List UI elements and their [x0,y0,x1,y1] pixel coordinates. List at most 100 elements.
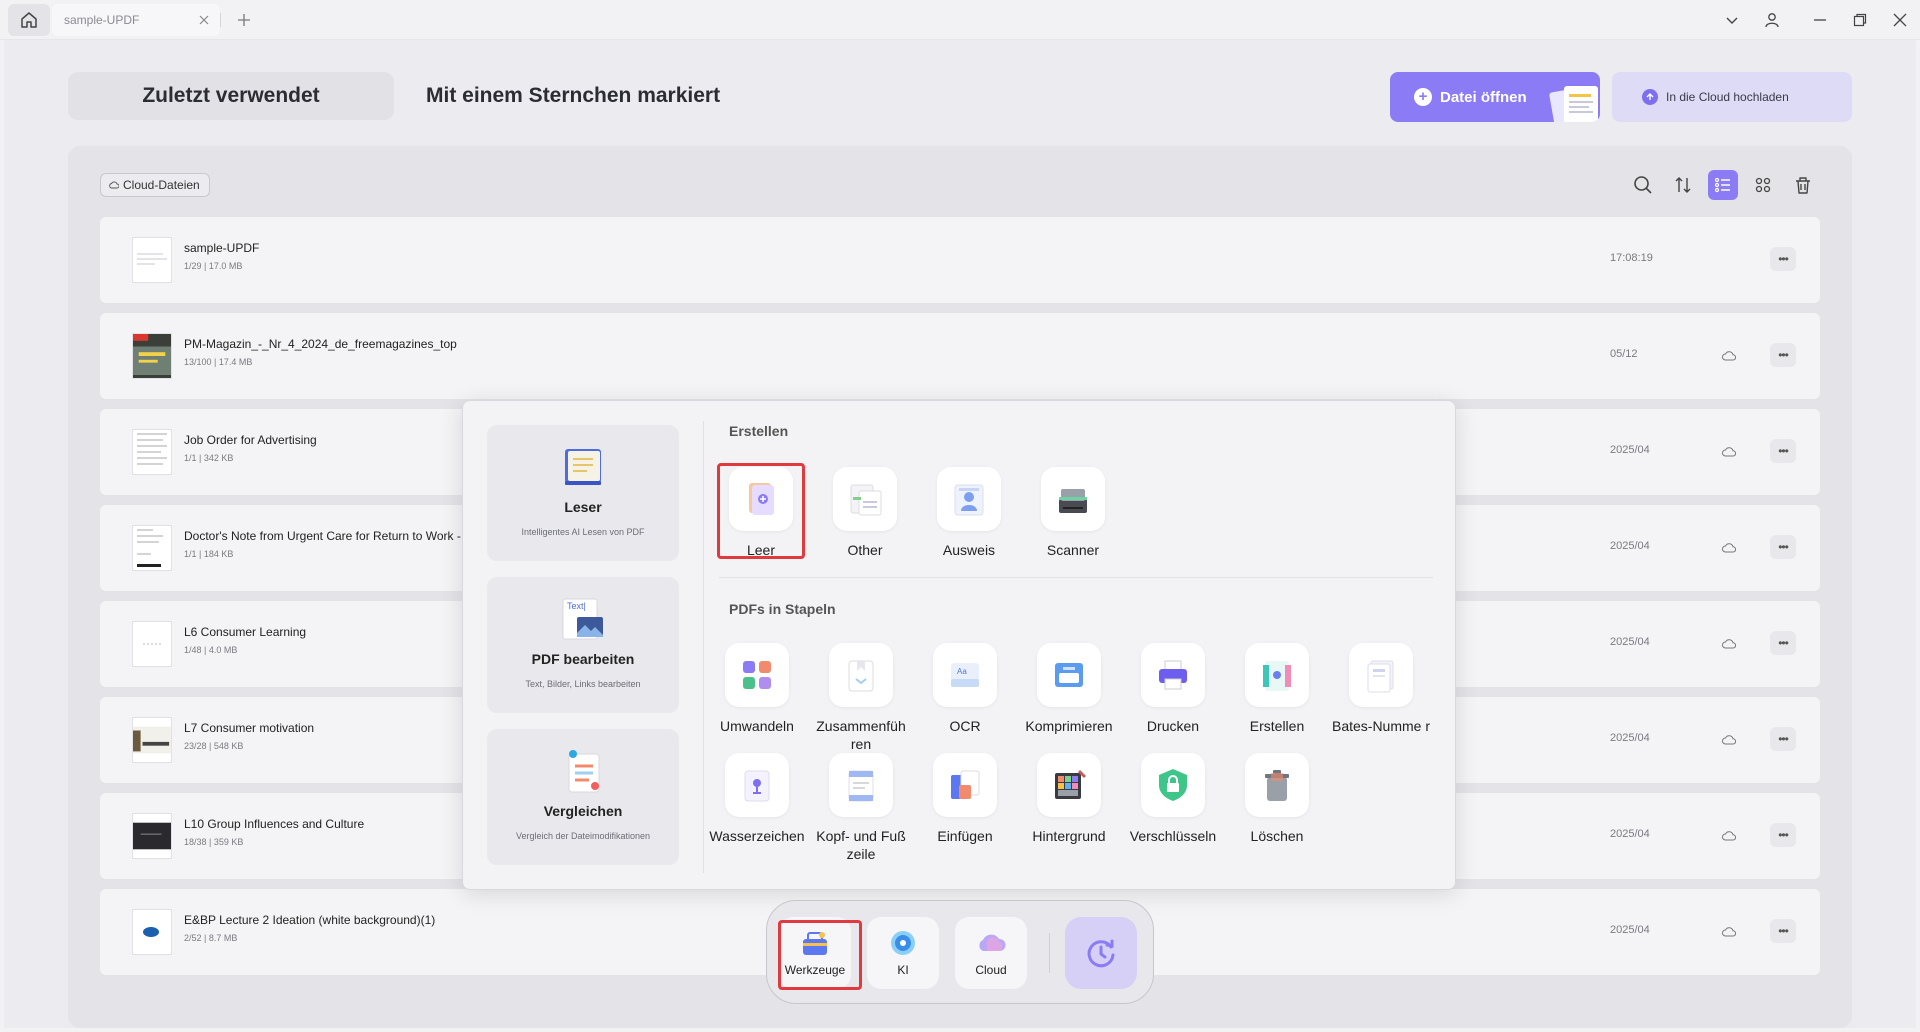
more-options-button[interactable]: ••• [1770,343,1796,367]
batch-tool-label: Hintergrund [1032,828,1106,844]
cloud-dock-label: Cloud [975,963,1007,977]
cloud-upload-icon[interactable] [1720,347,1738,363]
section-divider [719,577,1433,578]
file-name: Doctor's Note from Urgent Care for Retur… [184,529,461,543]
open-file-button[interactable]: + Datei öffnen [1390,72,1600,122]
minimize-button[interactable] [1808,8,1832,32]
ai-icon [887,927,919,959]
user-icon [1765,13,1779,28]
file-meta: 2/52 | 8.7 MB [184,933,238,943]
tab-recent[interactable]: Zuletzt verwendet [68,72,394,120]
batch-tool-0[interactable]: Umwandeln [705,643,809,735]
create-tool-3[interactable]: Scanner [1021,467,1125,559]
tab-close-button[interactable] [196,12,212,28]
trash-button[interactable] [1788,170,1818,200]
batch-tool-icon [1245,753,1309,817]
cloud-upload-icon[interactable] [1720,443,1738,459]
new-tab-button[interactable] [232,8,256,32]
edit-pdf-card[interactable]: Text| PDF bearbeiten Text, Bilder, Links… [487,577,679,713]
sort-button[interactable] [1668,170,1698,200]
reader-card[interactable]: Leser Intelligentes AI Lesen von PDF [487,425,679,561]
compare-card[interactable]: Vergleichen Vergleich der Dateimodifikat… [487,729,679,865]
edit-text-icon: Text| [559,595,607,643]
grid-view-button[interactable] [1748,170,1778,200]
batch-tool-icon [725,753,789,817]
file-row[interactable]: PM-Magazin_-_Nr_4_2024_de_freemagazines_… [100,313,1820,399]
cloud-files-label: Cloud-Dateien [123,178,200,192]
batch-tool-label: Zusammenfüh ren [816,718,906,752]
batch-tool-label: Wasserzeichen [709,828,805,844]
batch-tool-label: Drucken [1146,718,1200,734]
trash-icon [1796,177,1810,194]
popup-divider [703,421,704,873]
cloud-dock-button[interactable]: Cloud [955,917,1027,989]
edit-text-icon-label: Text| [567,601,586,611]
cloud-upload-icon[interactable] [1720,635,1738,651]
document-tab[interactable]: sample-UPDF [52,4,220,36]
compare-icon [559,747,607,795]
minimize-icon [1814,19,1826,21]
batch-tool-7[interactable]: Wasserzeichen [705,753,809,845]
more-options-button[interactable]: ••• [1770,439,1796,463]
batch-tool-12[interactable]: Löschen [1225,753,1329,845]
batch-tool-label: Erstellen [1249,718,1305,734]
account-button[interactable] [1760,8,1784,32]
close-icon [199,15,209,25]
more-options-button[interactable]: ••• [1770,631,1796,655]
create-tool-1[interactable]: Other [813,467,917,559]
file-meta: 1/1 | 184 KB [184,549,234,559]
batch-tool-icon [725,643,789,707]
batch-tool-9[interactable]: Einfügen [913,753,1017,845]
batch-tool-5[interactable]: Erstellen [1225,643,1329,735]
cloud-files-filter[interactable]: Cloud-Dateien [100,173,210,197]
cloud-upload-icon[interactable] [1720,731,1738,747]
batch-tool-label: Komprimieren [1025,718,1113,734]
file-meta: 1/48 | 4.0 MB [184,645,238,655]
sync-icon [1087,939,1115,968]
batch-tool-8[interactable]: Kopf- und Fuß zeile [809,753,913,863]
cloud-upload-icon[interactable] [1720,539,1738,555]
cloud-upload-icon[interactable] [1720,923,1738,939]
file-row[interactable]: sample-UPDF 1/29 | 17.0 MB 17:08:19 ••• [100,217,1820,303]
create-tool-icon [937,467,1001,531]
create-tool-2[interactable]: Ausweis [917,467,1021,559]
close-window-button[interactable] [1888,8,1912,32]
batch-tool-4[interactable]: Drucken [1121,643,1225,735]
restore-icon [1853,13,1867,27]
file-date: 2025/04 [1610,828,1650,840]
highlight-blank [717,463,805,559]
batch-tool-10[interactable]: Hintergrund [1017,753,1121,845]
chevron-down-icon [1726,17,1738,24]
file-name: Job Order for Advertising [184,433,317,447]
dropdown-button[interactable] [1720,8,1744,32]
file-date: 2025/04 [1610,540,1650,552]
more-options-button[interactable]: ••• [1770,823,1796,847]
list-view-button[interactable] [1708,170,1738,200]
batch-tool-2[interactable]: Aa OCR [913,643,1017,735]
ai-dock-button[interactable]: KI [867,917,939,989]
upload-cloud-button[interactable]: In die Cloud hochladen [1612,72,1852,122]
batch-tool-1[interactable]: Zusammenfüh ren [809,643,913,753]
tab-starred[interactable]: Mit einem Sternchen markiert [426,72,720,120]
ai-dock-label: KI [897,963,909,977]
more-options-button[interactable]: ••• [1770,919,1796,943]
cloud-upload-icon[interactable] [1720,827,1738,843]
batch-tool-3[interactable]: Komprimieren [1017,643,1121,735]
home-button[interactable] [8,4,50,36]
file-thumbnail [132,525,172,571]
batch-tool-6[interactable]: Bates-Numme r [1329,643,1433,735]
file-thumbnail [132,429,172,475]
search-button[interactable] [1628,170,1658,200]
batch-tool-icon [1037,643,1101,707]
batch-tool-11[interactable]: Verschlüsseln [1121,753,1225,845]
file-thumbnail [132,909,172,955]
batch-tool-icon [829,643,893,707]
more-options-button[interactable]: ••• [1770,247,1796,271]
more-options-button[interactable]: ••• [1770,727,1796,751]
cloud-icon [975,927,1007,959]
sync-button[interactable] [1065,917,1137,989]
file-meta: 1/29 | 17.0 MB [184,261,243,271]
file-name: sample-UPDF [184,241,260,255]
restore-button[interactable] [1848,8,1872,32]
more-options-button[interactable]: ••• [1770,535,1796,559]
